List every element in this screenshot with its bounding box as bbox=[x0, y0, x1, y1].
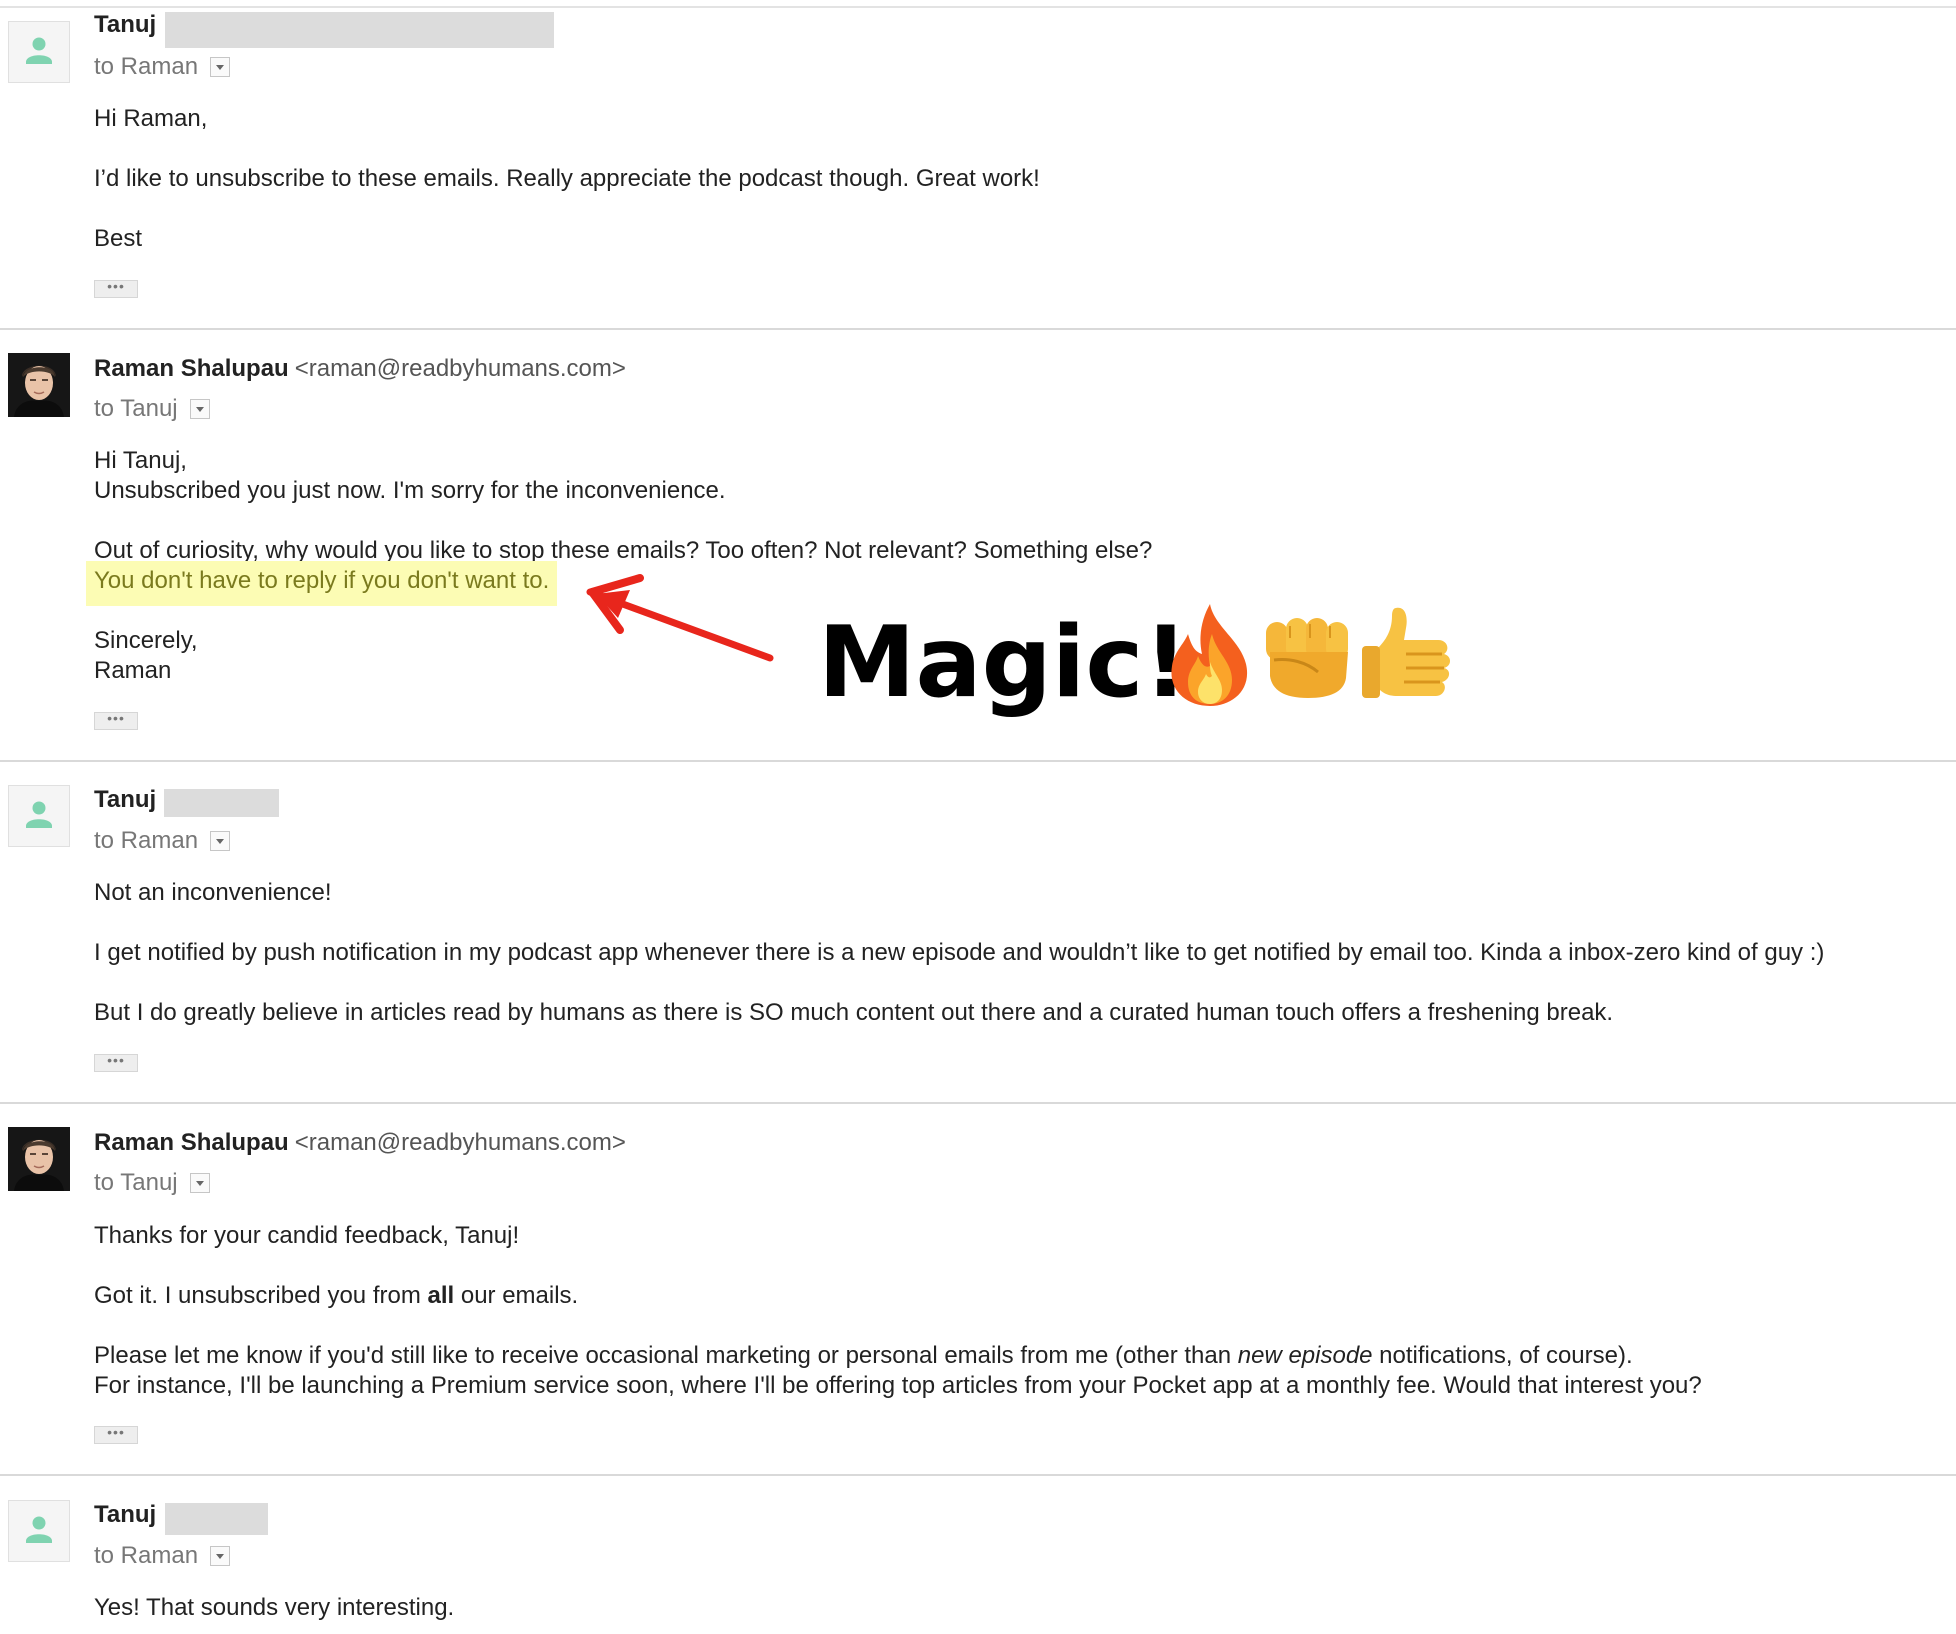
sender[interactable]: Tanuj bbox=[94, 10, 156, 40]
person-icon bbox=[26, 801, 52, 828]
italic-text: new episode bbox=[1237, 1342, 1373, 1369]
portrait-image bbox=[8, 353, 70, 417]
red-arrow-annotation bbox=[586, 574, 774, 662]
body-line: Thanks for your candid feedback, Tanuj! bbox=[94, 1222, 520, 1249]
message-divider bbox=[0, 760, 1956, 762]
show-trimmed-content-button[interactable]: ••• bbox=[94, 279, 138, 298]
thumbs-up-emoji-icon bbox=[1362, 607, 1450, 698]
body-line: Hi Tanuj, bbox=[94, 447, 187, 474]
body-line: For instance, I'll be launching a Premiu… bbox=[94, 1372, 1702, 1399]
default-avatar bbox=[8, 1500, 70, 1562]
sender-name: Tanuj bbox=[94, 1501, 157, 1528]
sender[interactable]: Tanuj bbox=[94, 1500, 156, 1530]
sender[interactable]: Tanuj bbox=[94, 785, 156, 815]
recipient-line: to Raman bbox=[94, 1541, 231, 1571]
show-trimmed-content-button[interactable]: ••• bbox=[94, 1053, 138, 1072]
sender-name: Tanuj bbox=[94, 11, 157, 38]
body-line: Not an inconvenience! bbox=[94, 879, 332, 906]
recipient-line: to Raman bbox=[94, 52, 231, 82]
body-line: Unsubscribed you just now. I'm sorry for… bbox=[94, 477, 726, 504]
body-text: Please let me know if you'd still like t… bbox=[94, 1342, 1238, 1369]
message-divider bbox=[0, 1474, 1956, 1476]
person-icon bbox=[26, 1516, 52, 1543]
body-line: Best bbox=[94, 225, 143, 252]
sender-name: Raman Shalupau bbox=[94, 355, 289, 382]
show-trimmed-content-button[interactable]: ••• bbox=[94, 1425, 138, 1444]
recipient-details-dropdown-icon[interactable] bbox=[189, 399, 210, 419]
sender-photo-avatar bbox=[8, 1127, 70, 1191]
fist-bump-emoji-icon bbox=[1266, 618, 1348, 698]
sender[interactable]: Raman Shalupau <raman@readbyhumans.com> bbox=[94, 354, 626, 384]
sender-photo-avatar bbox=[8, 353, 70, 417]
default-avatar bbox=[8, 785, 70, 847]
recipient-line: to Tanuj bbox=[94, 394, 210, 424]
recipient-details-dropdown-icon[interactable] bbox=[210, 1546, 231, 1566]
magic-annotation-text: Magic! bbox=[818, 606, 1189, 720]
body-line: I’d like to unsubscribe to these emails.… bbox=[94, 165, 1040, 192]
body-text: Got it. I unsubscribed you from bbox=[94, 1282, 428, 1309]
body-line: Raman bbox=[94, 657, 172, 684]
body-text: notifications, of course). bbox=[1372, 1342, 1633, 1369]
recipient-line: to Tanuj bbox=[94, 1168, 210, 1198]
recipient-text: to Raman bbox=[94, 53, 199, 80]
sender-name: Raman Shalupau bbox=[94, 1129, 289, 1156]
recipient-text: to Tanuj bbox=[94, 1169, 178, 1196]
portrait-image bbox=[8, 1127, 70, 1191]
top-border bbox=[0, 6, 1956, 8]
sender-email: <raman@readbyhumans.com> bbox=[294, 1129, 626, 1156]
sender[interactable]: Raman Shalupau <raman@readbyhumans.com> bbox=[94, 1128, 626, 1158]
recipient-text: to Raman bbox=[94, 827, 199, 854]
recipient-text: to Raman bbox=[94, 1542, 199, 1569]
body-line: But I do greatly believe in articles rea… bbox=[94, 999, 1614, 1026]
body-line: Hi Raman, bbox=[94, 105, 208, 132]
default-avatar bbox=[8, 21, 70, 83]
recipient-text: to Tanuj bbox=[94, 395, 178, 422]
highlighted-text: You don't have to reply if you don't wan… bbox=[86, 561, 558, 606]
recipient-line: to Raman bbox=[94, 826, 231, 856]
body-line: Please let me know if you'd still like t… bbox=[94, 1341, 1633, 1371]
highlighted-line: You don't have to reply if you don't wan… bbox=[86, 561, 558, 606]
body-line: Sincerely, bbox=[94, 627, 198, 654]
show-trimmed-content-button[interactable]: ••• bbox=[94, 711, 138, 730]
body-line: I get notified by push notification in m… bbox=[94, 939, 1825, 966]
sender-email: <raman@readbyhumans.com> bbox=[294, 355, 626, 382]
bold-text: all bbox=[427, 1282, 455, 1309]
recipient-details-dropdown-icon[interactable] bbox=[210, 57, 231, 77]
recipient-details-dropdown-icon[interactable] bbox=[189, 1173, 210, 1193]
person-icon bbox=[26, 37, 52, 64]
redacted-surname bbox=[165, 12, 554, 48]
sender-name: Tanuj bbox=[94, 786, 157, 813]
body-line: Got it. I unsubscribed you from all our … bbox=[94, 1281, 578, 1311]
fire-emoji-icon bbox=[1171, 604, 1248, 706]
redacted-surname bbox=[164, 789, 279, 817]
body-line: Yes! That sounds very interesting. bbox=[94, 1594, 455, 1621]
recipient-details-dropdown-icon[interactable] bbox=[210, 831, 231, 851]
body-text: our emails. bbox=[454, 1282, 579, 1309]
message-divider bbox=[0, 1102, 1956, 1104]
message-divider bbox=[0, 328, 1956, 330]
redacted-surname bbox=[165, 1503, 268, 1535]
